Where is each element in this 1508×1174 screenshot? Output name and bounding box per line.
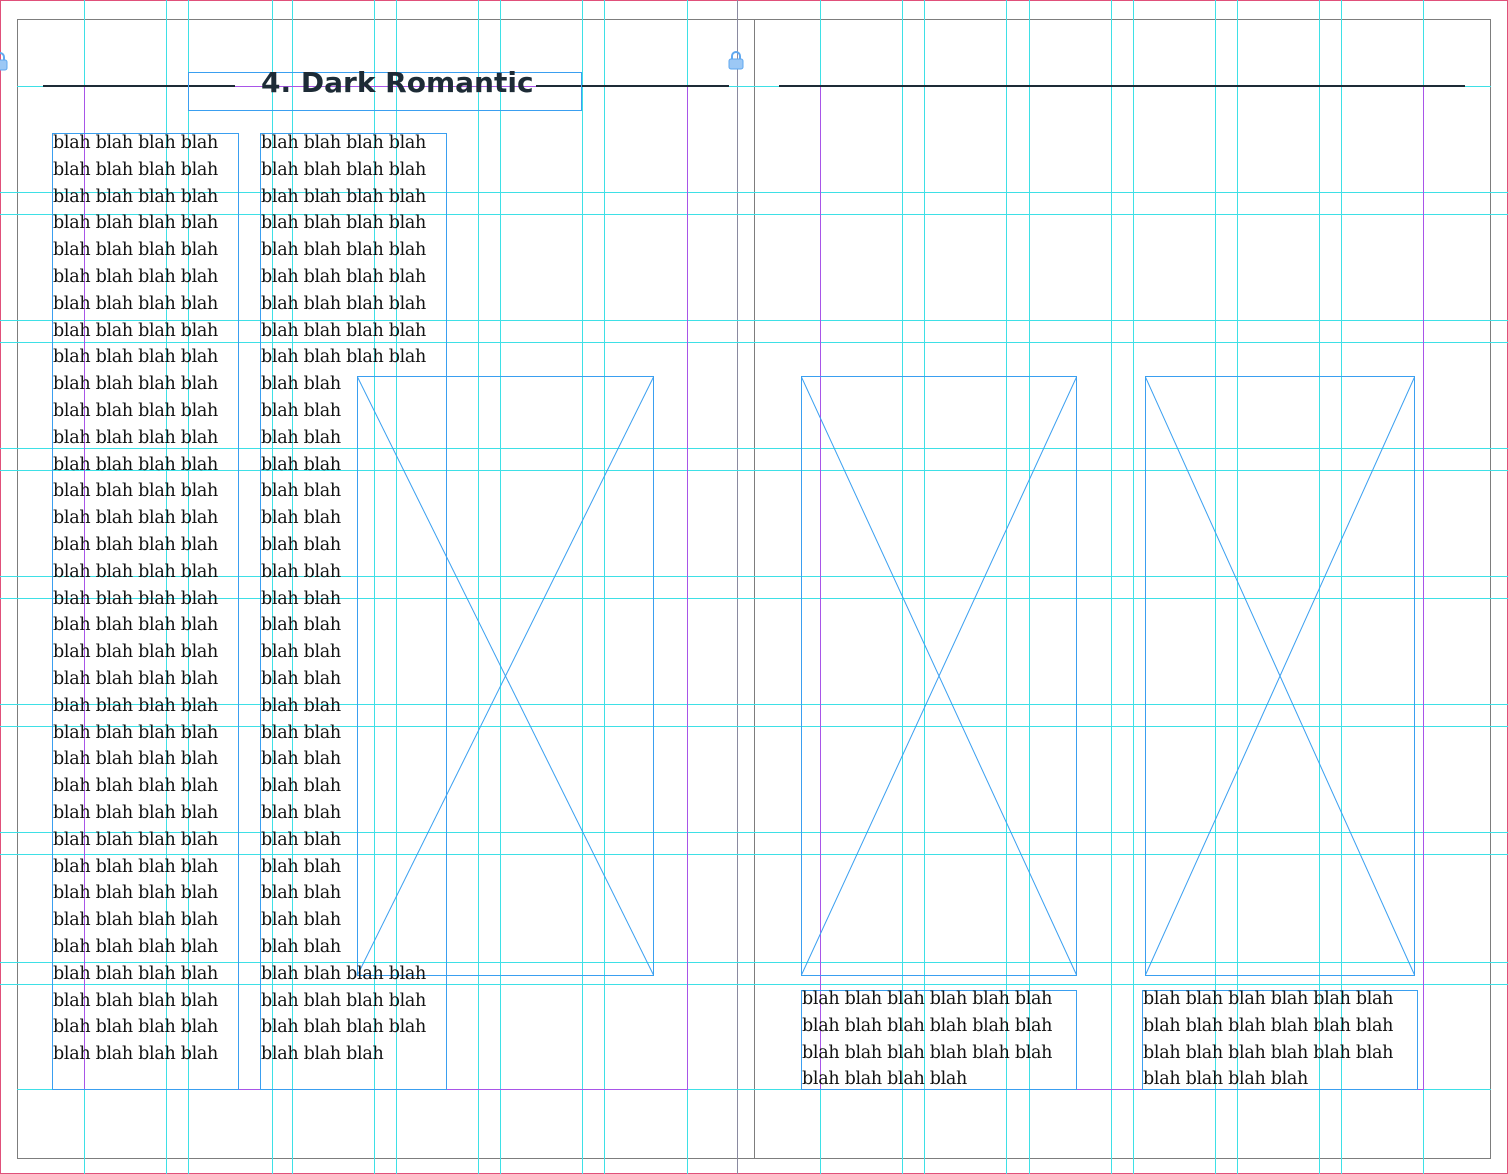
vertical-guide <box>1111 0 1112 1174</box>
body-text-line: blah blah <box>261 910 341 931</box>
body-text-line: blah blah <box>261 883 341 904</box>
body-text-line: blah blah <box>261 776 341 797</box>
body-text-line: blah blah blah blah <box>53 910 219 931</box>
spine-line <box>737 0 738 1174</box>
body-text-line: blah blah blah blah <box>53 642 219 663</box>
body-text-line: blah blah <box>261 588 341 609</box>
body-text-line: blah blah blah blah <box>261 186 427 207</box>
caption-text-line: blah blah blah blah <box>802 1069 968 1090</box>
body-text-line: blah blah blah blah <box>53 347 219 368</box>
inner-margin-line-left <box>687 86 688 1090</box>
body-text-line: blah blah <box>261 695 341 716</box>
body-text-line: blah blah blah blah <box>261 133 427 153</box>
body-text-line: blah blah blah blah <box>53 615 219 636</box>
body-text-line: blah blah <box>261 722 341 743</box>
body-text-line: blah blah <box>261 856 341 877</box>
body-text-line: blah blah <box>261 401 341 421</box>
body-text-line: blah blah blah blah <box>53 883 219 904</box>
body-text-line: blah blah blah blah <box>261 1017 427 1038</box>
body-text-line: blah blah blah blah <box>261 963 427 984</box>
body-text-line: blah blah blah blah <box>53 481 219 502</box>
body-text-line: blah blah blah blah <box>53 133 219 153</box>
caption-text-line: blah blah blah blah blah blah <box>1143 1042 1394 1063</box>
caption-text-line: blah blah blah blah blah blah <box>1143 1015 1394 1036</box>
body-text-line: blah blah blah blah <box>53 1017 219 1038</box>
body-text-line: blah blah <box>261 561 341 582</box>
right-margin-line <box>1423 86 1424 1090</box>
body-text-line: blah blah <box>261 803 341 823</box>
body-text-line: blah blah blah blah <box>53 722 219 743</box>
body-text-line: blah blah blah blah <box>53 669 219 689</box>
body-text-line: blah blah blah blah <box>53 401 219 421</box>
image-placeholder-frame-3[interactable] <box>1145 376 1415 976</box>
body-text-line: blah blah blah blah <box>53 186 219 207</box>
image-placeholder-frame-1[interactable] <box>357 376 654 976</box>
body-text-line: blah blah <box>261 374 341 395</box>
body-text-line: blah blah blah blah <box>53 535 219 555</box>
body-text-line: blah blah blah blah <box>261 320 427 341</box>
body-text-line: blah blah blah blah <box>53 374 219 395</box>
body-text-line: blah blah blah blah <box>261 347 427 368</box>
body-text-line: blah blah blah <box>261 1044 384 1065</box>
page-heading[interactable]: 4. Dark Romantic <box>261 66 534 99</box>
body-text-line: blah blah <box>261 454 341 475</box>
vertical-guide <box>1133 0 1134 1174</box>
body-text-line: blah blah <box>261 937 341 957</box>
body-text-line: blah blah blah blah <box>53 937 219 957</box>
caption-text-line: blah blah blah blah <box>1143 1069 1309 1090</box>
body-text-line: blah blah <box>261 535 341 555</box>
caption-text-line: blah blah blah blah blah blah <box>1143 989 1394 1009</box>
body-text-line: blah blah blah blah <box>261 159 427 180</box>
body-text-line: blah blah blah blah <box>53 749 219 770</box>
body-text-line: blah blah blah blah <box>53 803 219 823</box>
body-text-line: blah blah blah blah <box>53 213 219 234</box>
heading-rule-right <box>779 85 1465 87</box>
body-text-line: blah blah blah blah <box>261 240 427 261</box>
body-text-line: blah blah <box>261 669 341 689</box>
caption-text-line: blah blah blah blah blah blah <box>802 1042 1053 1063</box>
caption-text-line: blah blah blah blah blah blah <box>802 989 1053 1009</box>
body-text-line: blah blah blah blah <box>53 267 219 287</box>
caption-text-line: blah blah blah blah blah blah <box>802 1015 1053 1036</box>
body-text-line: blah blah blah blah <box>53 856 219 877</box>
body-text-line: blah blah <box>261 749 341 770</box>
body-text-line: blah blah blah blah <box>53 427 219 448</box>
body-text-line: blah blah <box>261 481 341 502</box>
body-text-line: blah blah <box>261 615 341 636</box>
document-spread: 4. Dark Romantic blah blah blah blah blah… <box>0 0 1508 1174</box>
body-text-line: blah blah blah blah <box>53 320 219 341</box>
body-text-line: blah blah <box>261 829 341 850</box>
body-text-line: blah blah <box>261 508 341 529</box>
body-text-line: blah blah blah blah <box>53 990 219 1011</box>
body-text-line: blah blah blah blah <box>53 829 219 850</box>
body-text-line: blah blah blah blah <box>53 588 219 609</box>
body-text-line: blah blah blah blah <box>261 293 427 314</box>
body-text-line: blah blah blah blah <box>53 240 219 261</box>
body-text-line: blah blah blah blah <box>53 1044 219 1065</box>
lock-icon[interactable] <box>0 51 10 71</box>
body-text-line: blah blah blah blah <box>53 293 219 314</box>
body-text-line: blah blah blah blah <box>53 454 219 475</box>
lock-icon[interactable] <box>726 50 746 70</box>
body-text-line: blah blah <box>261 642 341 663</box>
body-text-line: blah blah blah blah <box>261 213 427 234</box>
body-text-line: blah blah <box>261 427 341 448</box>
body-text-line: blah blah blah blah <box>261 267 427 287</box>
body-text-line: blah blah blah blah <box>53 561 219 582</box>
body-text-line: blah blah blah blah <box>53 963 219 984</box>
body-text-line: blah blah blah blah <box>53 508 219 529</box>
body-text-line: blah blah blah blah <box>53 776 219 797</box>
image-placeholder-frame-2[interactable] <box>801 376 1077 976</box>
body-text-line: blah blah blah blah <box>53 695 219 716</box>
body-text-line: blah blah blah blah <box>261 990 427 1011</box>
body-text-line: blah blah blah blah <box>53 159 219 180</box>
